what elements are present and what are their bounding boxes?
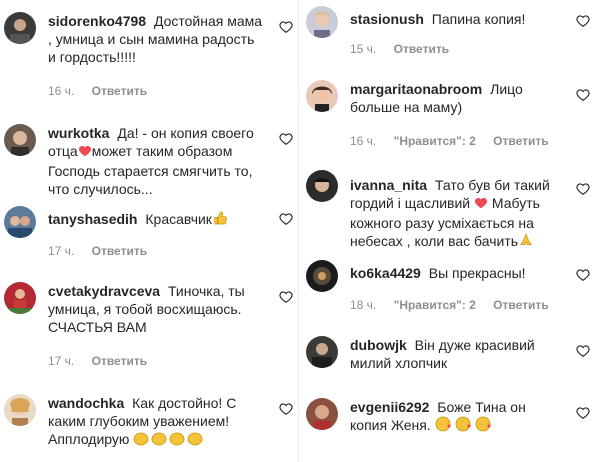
comment-time[interactable]: 16 ч. (48, 84, 74, 98)
comment-body: Как достойно! С (132, 395, 237, 411)
comment-body: СЧАСТЬЯ ВАМ (48, 319, 147, 335)
comment-body: Боже Тина он (437, 399, 526, 415)
reply-button[interactable]: Ответить (92, 244, 147, 258)
comment-username[interactable]: dubowjk (350, 337, 407, 353)
comment-body: , умница и сын мамина радость (48, 31, 255, 47)
comment-text: wandochka Как достойно! С каким глубоким… (48, 394, 274, 450)
avatar[interactable] (4, 12, 36, 44)
comment-text: stasionush Папина копия! (350, 10, 570, 28)
avatar[interactable] (4, 282, 36, 314)
comment-body: Тиночка, ты (168, 283, 245, 299)
comment-body: каким глубоким уважением! (48, 413, 230, 429)
comment-username[interactable]: evgenii6292 (350, 399, 429, 415)
comment-time[interactable]: 18 ч. (350, 298, 376, 312)
avatar[interactable] (306, 170, 338, 202)
comment-body: Тато був би такий (434, 177, 550, 193)
comment-body: кожного разу усміхається на (350, 215, 534, 231)
comment-text: wurkotka Да! - он копия своего отца может… (48, 124, 274, 198)
reply-button[interactable]: Ответить (493, 134, 548, 148)
like-count[interactable]: "Нравится": 2 (394, 298, 476, 312)
comment-body: Красавчик (145, 211, 212, 227)
comment-body: и гордость!!!!! (48, 49, 136, 65)
comment-body: Мабуть (491, 195, 540, 211)
comment-body: больше на маму) (350, 99, 463, 115)
avatar[interactable] (4, 394, 36, 426)
comment-username[interactable]: wurkotka (48, 125, 109, 141)
comment-text: evgenii6292 Боже Тина он копия Женя. (350, 398, 576, 436)
comment-username[interactable]: ivanna_nita (350, 177, 427, 193)
avatar[interactable] (4, 124, 36, 156)
comment-meta: 16 ч. "Нравится": 2 Ответить (350, 134, 563, 148)
clapping-hands-emoji-icon (133, 430, 205, 450)
comment-time[interactable]: 16 ч. (350, 134, 376, 148)
avatar[interactable] (4, 206, 36, 238)
comment-meta: 15 ч. Ответить (350, 42, 463, 56)
comment-meta: 17 ч. Ответить (48, 244, 161, 258)
reply-button[interactable]: Ответить (394, 42, 449, 56)
comment-body: Апплодирую (48, 431, 130, 447)
comment-body: умница, я тобой восхищаюсь. (48, 301, 242, 317)
like-heart-icon[interactable] (576, 14, 590, 28)
comment-body: Він дуже красивий (414, 337, 535, 353)
comment-text: ko6ka4429 Вы прекрасны! (350, 264, 576, 282)
comment-body: небесах , коли вас бачить (350, 233, 519, 249)
comment-username[interactable]: ko6ka4429 (350, 265, 421, 281)
comment-meta: 17 ч. Ответить (48, 354, 161, 368)
like-heart-icon[interactable] (576, 182, 590, 196)
reply-button[interactable]: Ответить (92, 354, 147, 368)
comment-username[interactable]: stasionush (350, 11, 424, 27)
like-heart-icon[interactable] (576, 268, 590, 282)
like-heart-icon[interactable] (279, 212, 293, 226)
comment-time[interactable]: 17 ч. (48, 244, 74, 258)
comment-username[interactable]: wandochka (48, 395, 124, 411)
comment-text: cvetakydravceva Тиночка, ты умница, я то… (48, 282, 274, 336)
face-blowing-kiss-emoji-icon (435, 416, 495, 436)
avatar[interactable] (306, 80, 338, 112)
avatar[interactable] (306, 260, 338, 292)
comment-username[interactable]: cvetakydravceva (48, 283, 160, 299)
comment-time[interactable]: 15 ч. (350, 42, 376, 56)
comment-body: что случилось... (48, 181, 153, 197)
comment-body: Достойная мама (153, 13, 263, 29)
like-heart-icon[interactable] (576, 344, 590, 358)
comment-body: отца (48, 143, 78, 159)
praying-hands-emoji-icon (518, 232, 534, 252)
reply-button[interactable]: Ответить (493, 298, 548, 312)
comment-meta: 18 ч. "Нравится": 2 Ответить (350, 298, 563, 312)
column-divider (298, 0, 299, 462)
like-heart-icon[interactable] (576, 88, 590, 102)
like-heart-icon[interactable] (279, 290, 293, 304)
comment-body: копия Женя. (350, 417, 431, 433)
comment-time[interactable]: 17 ч. (48, 354, 74, 368)
comment-body: гордий і щасливий (350, 195, 471, 211)
comment-body: милий хлопчик (350, 355, 448, 371)
comment-username[interactable]: tanyshasedih (48, 211, 137, 227)
comment-body: Папина копия! (431, 11, 526, 27)
avatar[interactable] (306, 6, 338, 38)
like-heart-icon[interactable] (576, 406, 590, 420)
like-heart-icon[interactable] (279, 132, 293, 146)
comment-text: margaritaonabroom Лицо больше на маму) (350, 80, 576, 116)
comment-body: может таким образом (91, 143, 233, 159)
comment-text: tanyshasedih Красавчик (48, 210, 274, 230)
like-count[interactable]: "Нравится": 2 (394, 134, 476, 148)
comment-meta: 16 ч. Ответить (48, 84, 161, 98)
comment-text: ivanna_nita Тато був би такий гордий і щ… (350, 176, 582, 252)
like-heart-icon[interactable] (279, 20, 293, 34)
avatar[interactable] (306, 398, 338, 430)
comment-username[interactable]: sidorenko4798 (48, 13, 146, 29)
comment-body: Вы прекрасны! (428, 265, 526, 281)
comment-body: Да! - он копия своего (117, 125, 254, 141)
thumbs-up-emoji-icon (212, 210, 228, 230)
comment-body: Господь старается смягчить то, (48, 163, 253, 179)
comment-username[interactable]: margaritaonabroom (350, 81, 482, 97)
red-heart-emoji-icon (474, 196, 488, 214)
avatar[interactable] (306, 336, 338, 368)
reply-button[interactable]: Ответить (92, 84, 147, 98)
comment-text: sidorenko4798 Достойная мама , умница и … (48, 12, 274, 66)
comment-body: Лицо (490, 81, 523, 97)
red-heart-emoji-icon (78, 144, 92, 162)
like-heart-icon[interactable] (279, 402, 293, 416)
comment-text: dubowjk Він дуже красивий милий хлопчик (350, 336, 576, 372)
